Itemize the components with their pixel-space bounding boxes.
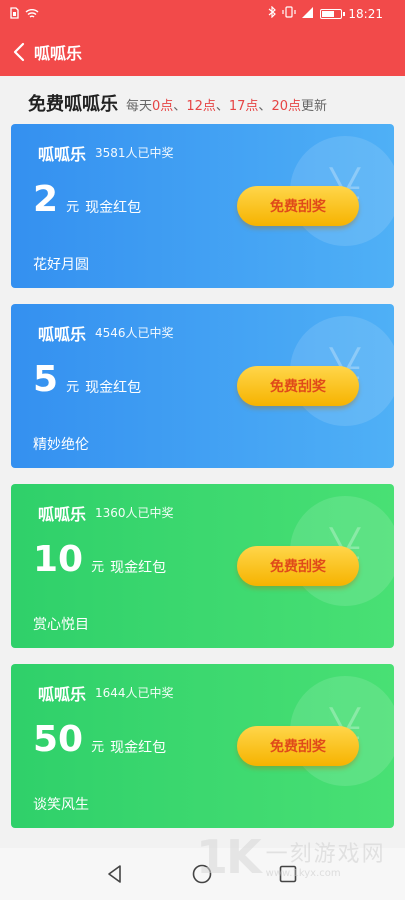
sim-icon (10, 7, 19, 23)
vibrate-icon (282, 6, 297, 22)
section-title: 免费呱呱乐 (28, 94, 118, 115)
status-bar: 18:21 (0, 0, 405, 28)
prize-amount-row: 10 元 现金红包 (33, 540, 166, 580)
update-time-2: 17点 (228, 99, 259, 114)
app-bar: 呱呱乐 (0, 28, 405, 76)
prize-amount-row: 50 元 现金红包 (33, 720, 166, 760)
update-schedule: 每天0点、12点、17点、20点更新 (126, 95, 327, 114)
watermark-site-name: 一刻游戏网 (265, 841, 386, 867)
chevron-left-icon (13, 42, 25, 62)
free-scratch-button[interactable]: 免费刮奖 (237, 726, 359, 766)
card-slogan: 花好月圆 (33, 257, 89, 273)
back-button[interactable]: 呱呱乐 (12, 38, 82, 66)
page-title: 呱呱乐 (34, 44, 83, 63)
prize-amount: 10 (33, 539, 84, 580)
prize-unit: 元 (66, 200, 80, 215)
card-slogan: 精妙绝伦 (33, 437, 89, 453)
watermark-site-url: www.1kyx.com (265, 867, 341, 879)
winner-count: 3581人已中奖 (95, 146, 174, 160)
prize-unit: 元 (91, 560, 105, 575)
schedule-suffix: 更新 (300, 99, 327, 114)
update-time-3: 20点 (271, 99, 301, 114)
prize-type: 现金红包 (110, 560, 167, 576)
prize-amount-row: 2 元 现金红包 (33, 180, 141, 220)
prize-card[interactable]: ¥ 呱呱乐 1644人已中奖 50 元 现金红包 谈笑风生 免费刮奖 (11, 664, 394, 828)
battery-icon (320, 9, 346, 19)
schedule-separator: 、 (215, 99, 229, 114)
status-time: 18:21 (348, 7, 383, 21)
update-time-0: 0点 (152, 99, 174, 114)
section-header: 免费呱呱乐 每天0点、12点、17点、20点更新 (28, 90, 327, 116)
winner-count: 1360人已中奖 (95, 506, 174, 520)
card-name: 呱呱乐 (38, 145, 87, 164)
winner-count: 1644人已中奖 (95, 686, 174, 700)
card-slogan: 谈笑风生 (33, 797, 89, 813)
back-triangle-icon[interactable] (104, 863, 126, 885)
watermark-logo-text: 1K (196, 830, 262, 884)
site-watermark-logo: 1K 一刻游戏网 www.1kyx.com (196, 822, 404, 892)
prize-unit: 元 (91, 740, 105, 755)
signal-icon (302, 6, 314, 22)
prize-type: 现金红包 (85, 380, 142, 396)
bluetooth-icon (268, 5, 277, 22)
prize-amount: 5 (33, 359, 59, 400)
prize-amount: 2 (33, 179, 59, 220)
prize-unit: 元 (66, 380, 80, 395)
prize-type: 现金红包 (85, 200, 142, 216)
prize-amount: 50 (33, 719, 84, 760)
card-name: 呱呱乐 (38, 325, 87, 344)
wifi-icon (25, 8, 39, 23)
card-name: 呱呱乐 (38, 685, 87, 704)
free-scratch-button[interactable]: 免费刮奖 (237, 546, 359, 586)
winner-count: 4546人已中奖 (95, 326, 174, 340)
schedule-separator: 、 (173, 99, 187, 114)
schedule-prefix: 每天 (126, 99, 153, 114)
prize-card[interactable]: ¥ 呱呱乐 1360人已中奖 10 元 现金红包 赏心悦目 免费刮奖 (11, 484, 394, 648)
update-time-1: 12点 (186, 99, 216, 114)
free-scratch-button[interactable]: 免费刮奖 (237, 186, 359, 226)
card-name: 呱呱乐 (38, 505, 87, 524)
free-scratch-button[interactable]: 免费刮奖 (237, 366, 359, 406)
prize-amount-row: 5 元 现金红包 (33, 360, 141, 400)
prize-card[interactable]: ¥ 呱呱乐 3581人已中奖 2 元 现金红包 花好月圆 免费刮奖 (11, 124, 394, 288)
schedule-separator: 、 (258, 99, 272, 114)
prize-card[interactable]: ¥ 呱呱乐 4546人已中奖 5 元 现金红包 精妙绝伦 免费刮奖 (11, 304, 394, 468)
prize-type: 现金红包 (110, 740, 167, 756)
card-slogan: 赏心悦目 (33, 617, 89, 633)
